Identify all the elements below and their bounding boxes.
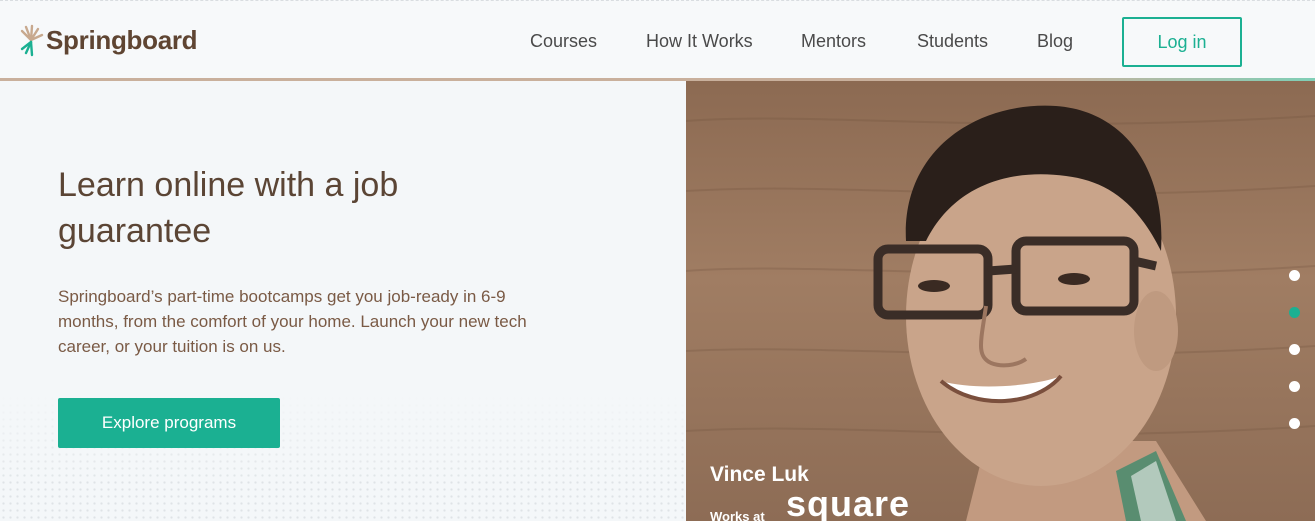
nav-students[interactable]: Students: [917, 30, 988, 52]
explore-programs-button[interactable]: Explore programs: [58, 398, 280, 448]
nav-mentors[interactable]: Mentors: [801, 30, 866, 52]
carousel-dot-1[interactable]: [1289, 270, 1300, 281]
carousel-dot-4[interactable]: [1289, 381, 1300, 392]
works-at-label: Works at: [710, 509, 765, 521]
carousel-dot-5[interactable]: [1289, 418, 1300, 429]
carousel-dot-2[interactable]: [1289, 307, 1300, 318]
student-portrait-image: [686, 105, 1315, 521]
hero-subtitle: Springboard’s part-time bootcamps get yo…: [58, 287, 527, 356]
company-logo-text: square: [786, 483, 911, 521]
nav-courses[interactable]: Courses: [530, 30, 597, 52]
springboard-logo-icon: [20, 24, 44, 57]
login-button[interactable]: Log in: [1122, 17, 1242, 67]
testimonial-photo: Vince Luk Works at square: [686, 81, 1315, 521]
nav-how-it-works[interactable]: How It Works: [646, 30, 753, 52]
site-header: Springboard Courses How It Works Mentors…: [0, 0, 1315, 80]
logo[interactable]: Springboard: [18, 20, 198, 60]
carousel-dot-3[interactable]: [1289, 344, 1300, 355]
nav-blog[interactable]: Blog: [1037, 30, 1073, 52]
logo-text: Springboard: [46, 24, 198, 55]
hero-title: Learn online with a job guarantee: [58, 166, 399, 250]
